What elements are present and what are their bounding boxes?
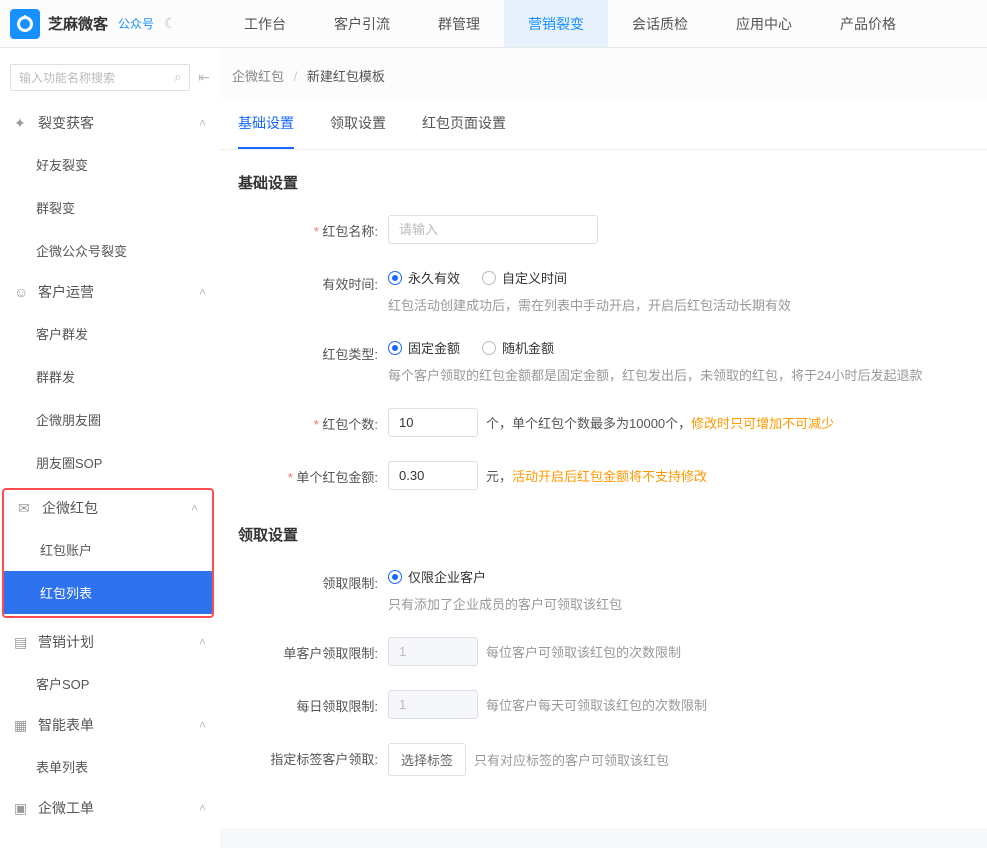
radio-type-fixed[interactable]: 固定金额	[388, 338, 460, 357]
row-name: 红包名称:	[220, 203, 987, 256]
topnav-2[interactable]: 群管理	[414, 0, 504, 47]
topnav-4[interactable]: 会话质检	[608, 0, 712, 47]
label-type: 红包类型:	[238, 338, 388, 363]
label-tag: 指定标签客户领取:	[238, 743, 388, 768]
section-basic-title: 基础设置	[220, 150, 987, 203]
logo-text: 芝麻微客	[48, 13, 108, 34]
logo-area: 芝麻微客 公众号 ☾	[0, 9, 220, 39]
logo-icon	[10, 9, 40, 39]
row-valid: 有效时间: 永久有效 自定义时间 红包活动创建成功后，需在列表中手动开启，开启后…	[220, 256, 987, 326]
search-input[interactable]: 输入功能名称搜索 ⌕	[10, 64, 190, 91]
main-content: 企微红包 / 新建红包模板 基础设置领取设置红包页面设置 基础设置 红包名称: …	[220, 48, 987, 848]
row-count: 红包个数: 个，单个红包个数最多为10000个，修改时只可增加不可减少	[220, 396, 987, 449]
nav-group-icon: ✦	[14, 115, 30, 132]
row-type: 红包类型: 固定金额 随机金额 每个客户领取的红包金额都是固定金额，红包发出后，…	[220, 326, 987, 396]
nav-item-2-0[interactable]: 红包账户	[4, 528, 212, 571]
tab-2[interactable]: 红包页面设置	[422, 99, 506, 149]
topnav-5[interactable]: 应用中心	[712, 0, 816, 47]
nav-group-4[interactable]: ▦智能表单˄	[0, 705, 220, 745]
input-name[interactable]	[388, 215, 598, 244]
sidebar: 输入功能名称搜索 ⌕ ⇤ ✦裂变获客˄好友裂变群裂变企微公众号裂变☺客户运营˄客…	[0, 48, 220, 848]
input-amount[interactable]	[388, 461, 478, 490]
section-claim-title: 领取设置	[220, 502, 987, 555]
radio-valid-custom[interactable]: 自定义时间	[482, 268, 567, 287]
chevron-icon: ˄	[199, 635, 206, 649]
row-claim-limit: 领取限制: 仅限企业客户 只有添加了企业成员的客户可领取该红包	[220, 555, 987, 625]
label-count: 红包个数:	[238, 408, 388, 433]
breadcrumb-sep: /	[294, 69, 298, 84]
label-claim-limit: 领取限制:	[238, 567, 388, 592]
collapse-sidebar-icon[interactable]: ⇤	[198, 69, 210, 86]
nav-group-icon: ▦	[14, 717, 30, 734]
nav-item-4-0[interactable]: 表单列表	[0, 745, 220, 788]
chevron-icon: ˄	[199, 801, 206, 815]
nav-group-0[interactable]: ✦裂变获客˄	[0, 103, 220, 143]
row-tag: 指定标签客户领取: 选择标签 只有对应标签的客户可领取该红包	[220, 731, 987, 788]
label-valid: 有效时间:	[238, 268, 388, 293]
breadcrumb: 企微红包 / 新建红包模板	[220, 48, 987, 99]
input-count[interactable]	[388, 408, 478, 437]
nav-group-3[interactable]: ▤营销计划˄	[0, 622, 220, 662]
nav-item-2-1[interactable]: 红包列表	[4, 571, 212, 614]
label-amount: 单个红包金额:	[238, 461, 388, 486]
topnav-0[interactable]: 工作台	[220, 0, 310, 47]
topnav-1[interactable]: 客户引流	[310, 0, 414, 47]
nav-item-0-0[interactable]: 好友裂变	[0, 143, 220, 186]
nav-group-2[interactable]: ✉企微红包˄	[4, 490, 212, 528]
public-account-tag[interactable]: 公众号	[118, 15, 154, 32]
nav-item-0-2[interactable]: 企微公众号裂变	[0, 229, 220, 272]
search-icon: ⌕	[175, 70, 182, 85]
label-per-customer: 单客户领取限制:	[238, 637, 388, 662]
nav-item-1-1[interactable]: 群群发	[0, 355, 220, 398]
hint-per-customer: 每位客户可领取该红包的次数限制	[486, 642, 681, 661]
suffix-amount: 元，活动开启后红包金额将不支持修改	[486, 466, 707, 485]
nav-item-1-0[interactable]: 客户群发	[0, 312, 220, 355]
search-row: 输入功能名称搜索 ⌕ ⇤	[0, 58, 220, 103]
row-amount: 单个红包金额: 元，活动开启后红包金额将不支持修改	[220, 449, 987, 502]
topnav-3[interactable]: 营销裂变	[504, 0, 608, 47]
top-nav: 工作台客户引流群管理营销裂变会话质检应用中心产品价格	[220, 0, 920, 47]
theme-moon-icon[interactable]: ☾	[164, 15, 177, 32]
input-per-customer[interactable]	[388, 637, 478, 666]
label-name: 红包名称:	[238, 215, 388, 240]
nav-group-5[interactable]: ▣企微工单˄	[0, 788, 220, 828]
suffix-count: 个，单个红包个数最多为10000个，修改时只可增加不可减少	[486, 413, 834, 432]
nav-group-1[interactable]: ☺客户运营˄	[0, 272, 220, 312]
hint-valid: 红包活动创建成功后，需在列表中手动开启，开启后红包活动长期有效	[388, 295, 969, 314]
radio-claim-enterprise[interactable]: 仅限企业客户	[388, 567, 486, 586]
nav-item-1-3[interactable]: 朋友圈SOP	[0, 441, 220, 484]
breadcrumb-current: 新建红包模板	[307, 69, 385, 84]
topnav-6[interactable]: 产品价格	[816, 0, 920, 47]
hint-tag: 只有对应标签的客户可领取该红包	[474, 750, 669, 769]
tab-1[interactable]: 领取设置	[330, 99, 386, 149]
tab-0[interactable]: 基础设置	[238, 99, 294, 149]
radio-valid-forever[interactable]: 永久有效	[388, 268, 460, 287]
hint-type: 每个客户领取的红包金额都是固定金额，红包发出后，未领取的红包，将于24小时后发起…	[388, 365, 969, 384]
hint-claim-limit: 只有添加了企业成员的客户可领取该红包	[388, 594, 742, 613]
row-daily: 每日领取限制: 每位客户每天可领取该红包的次数限制	[220, 678, 987, 731]
nav-item-1-2[interactable]: 企微朋友圈	[0, 398, 220, 441]
hint-daily: 每位客户每天可领取该红包的次数限制	[486, 695, 707, 714]
nav-item-3-0[interactable]: 客户SOP	[0, 662, 220, 705]
chevron-icon: ˄	[199, 285, 206, 299]
row-per-customer: 单客户领取限制: 每位客户可领取该红包的次数限制	[220, 625, 987, 678]
nav-group-icon: ▤	[14, 634, 30, 651]
nav-group-icon: ✉	[18, 500, 34, 517]
label-daily: 每日领取限制:	[238, 690, 388, 715]
nav-group-icon: ☺	[14, 284, 30, 300]
select-tag-button[interactable]: 选择标签	[388, 743, 466, 776]
chevron-icon: ˄	[199, 116, 206, 130]
radio-type-random[interactable]: 随机金额	[482, 338, 554, 357]
input-daily[interactable]	[388, 690, 478, 719]
tabs: 基础设置领取设置红包页面设置	[220, 99, 987, 150]
form-panel: 基础设置领取设置红包页面设置 基础设置 红包名称: 有效时间: 永久有效 自定义…	[220, 99, 987, 828]
nav-item-0-1[interactable]: 群裂变	[0, 186, 220, 229]
chevron-icon: ˄	[191, 501, 198, 515]
search-placeholder: 输入功能名称搜索	[19, 69, 115, 86]
nav-group-icon: ▣	[14, 800, 30, 817]
app-header: 芝麻微客 公众号 ☾ 工作台客户引流群管理营销裂变会话质检应用中心产品价格	[0, 0, 987, 48]
breadcrumb-parent[interactable]: 企微红包	[232, 69, 284, 84]
chevron-icon: ˄	[199, 718, 206, 732]
